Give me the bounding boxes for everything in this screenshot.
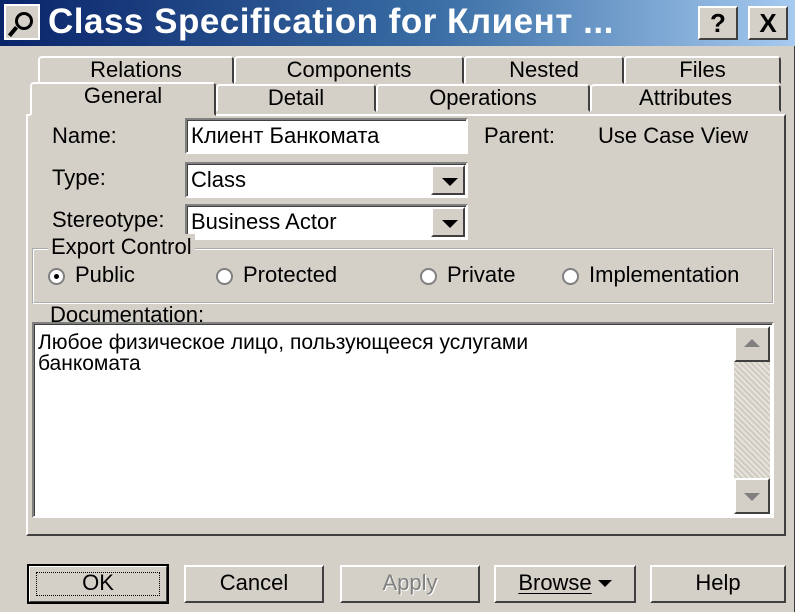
- tab-nested[interactable]: Nested: [464, 56, 624, 84]
- documentation-text[interactable]: Любое физическое лицо, пользующееся услу…: [38, 332, 728, 374]
- magnifier-icon[interactable]: [4, 4, 40, 40]
- export-control-group: Export Control Public Protected Private …: [32, 234, 774, 304]
- focus-rect: [36, 572, 160, 596]
- browse-button[interactable]: Browse: [494, 565, 636, 603]
- tab-files[interactable]: Files: [624, 56, 781, 84]
- radio-unselected-icon[interactable]: [420, 268, 437, 285]
- radio-implementation[interactable]: Implementation: [562, 262, 739, 288]
- stereotype-select-value: Business Actor: [191, 209, 337, 234]
- title-bar[interactable]: Class Specification for Клиент ... ? X: [0, 0, 795, 46]
- parent-label: Parent:: [484, 123, 555, 148]
- vertical-scrollbar[interactable]: [734, 326, 770, 514]
- tab-strip: Relations Components Nested Files Genera…: [30, 56, 786, 116]
- scroll-up-icon[interactable]: [734, 326, 770, 362]
- name-input[interactable]: Клиент Банкомата: [185, 118, 468, 154]
- documentation-textarea[interactable]: Любое физическое лицо, пользующееся услу…: [32, 322, 774, 518]
- type-select[interactable]: Class: [185, 162, 468, 198]
- tab-general[interactable]: General: [30, 82, 216, 116]
- radio-unselected-icon[interactable]: [216, 268, 233, 285]
- radio-protected[interactable]: Protected: [216, 262, 337, 288]
- radio-protected-label: Protected: [243, 262, 338, 287]
- name-label: Name:: [52, 123, 117, 148]
- radio-selected-icon[interactable]: [48, 268, 65, 285]
- close-button[interactable]: X: [748, 6, 788, 40]
- radio-private[interactable]: Private: [420, 262, 515, 288]
- export-control-title: Export Control: [48, 234, 195, 260]
- cancel-button[interactable]: Cancel: [184, 565, 324, 603]
- stereotype-select[interactable]: Business Actor: [185, 204, 468, 240]
- tab-operations[interactable]: Operations: [376, 84, 590, 112]
- ok-button[interactable]: OK: [27, 564, 169, 604]
- type-select-value: Class: [191, 167, 247, 192]
- stereotype-label: Stereotype:: [52, 207, 165, 232]
- tab-attributes[interactable]: Attributes: [590, 84, 781, 112]
- class-specification-dialog: Class Specification for Клиент ... ? X R…: [0, 0, 795, 612]
- radio-public-label: Public: [75, 262, 135, 287]
- parent-value: Use Case View: [598, 123, 748, 148]
- type-label: Type:: [52, 165, 106, 190]
- browse-button-label: Browse: [518, 570, 592, 595]
- dropdown-arrow-icon: [597, 580, 612, 587]
- radio-private-label: Private: [447, 262, 516, 287]
- apply-button[interactable]: Apply: [340, 565, 480, 603]
- tab-components[interactable]: Components: [234, 56, 464, 84]
- tab-relations[interactable]: Relations: [38, 56, 234, 84]
- window-title: Class Specification for Клиент ...: [48, 2, 614, 41]
- chevron-down-icon[interactable]: [431, 165, 465, 195]
- chevron-down-icon[interactable]: [431, 207, 465, 237]
- radio-implementation-label: Implementation: [589, 262, 740, 287]
- radio-public[interactable]: Public: [48, 262, 135, 288]
- tab-detail[interactable]: Detail: [216, 84, 376, 112]
- scroll-down-icon[interactable]: [734, 478, 770, 514]
- radio-unselected-icon[interactable]: [562, 268, 579, 285]
- help-title-button[interactable]: ?: [698, 6, 738, 40]
- help-button[interactable]: Help: [650, 565, 786, 603]
